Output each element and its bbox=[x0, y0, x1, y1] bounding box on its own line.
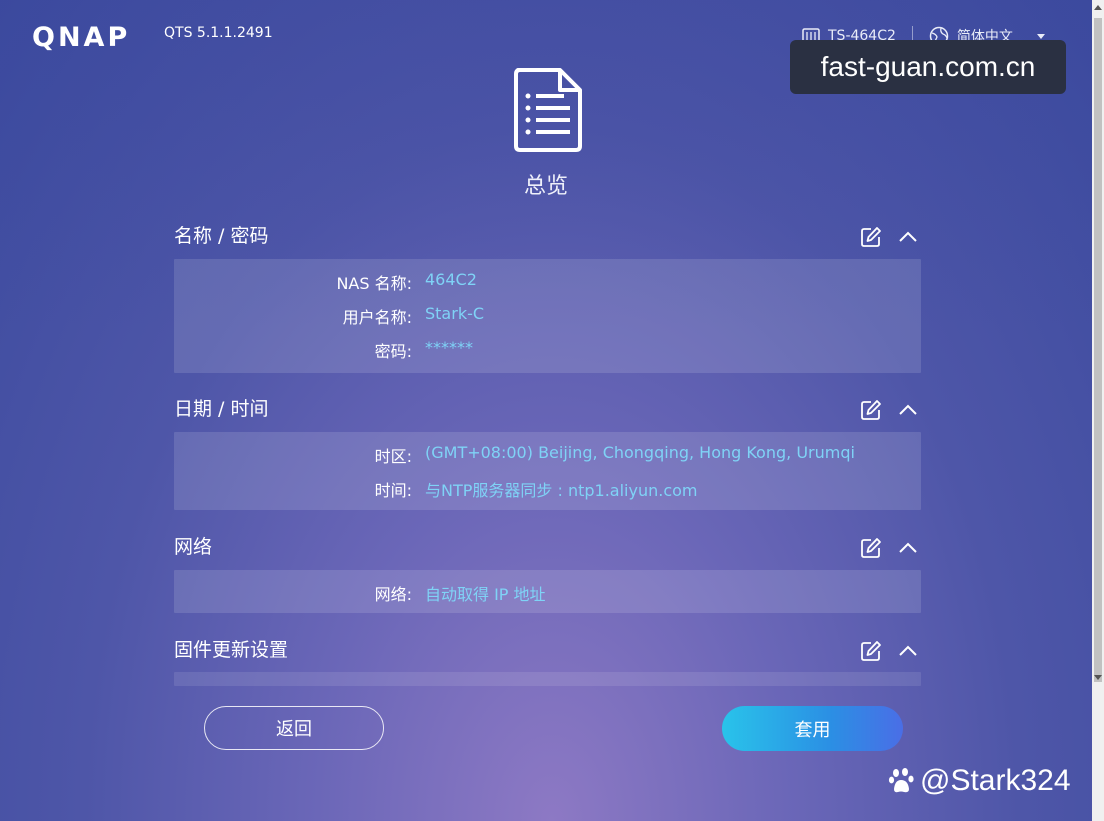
edit-icon[interactable] bbox=[860, 640, 882, 662]
back-button[interactable]: 返回 bbox=[204, 706, 384, 750]
section-title-firmware: 固件更新设置 bbox=[174, 639, 289, 661]
scrollbar-thumb[interactable] bbox=[1094, 18, 1102, 682]
scroll-down-icon[interactable] bbox=[1094, 675, 1102, 680]
row-value: (GMT+08:00) Beijing, Chongqing, Hong Kon… bbox=[425, 443, 855, 462]
section-title-name-password: 名称 / 密码 bbox=[174, 225, 269, 247]
row-value: Stark-C bbox=[425, 304, 485, 323]
section-actions-datetime bbox=[860, 399, 918, 421]
qnap-logo: QNAP bbox=[32, 22, 131, 53]
row-label: 时间: bbox=[374, 481, 412, 500]
row-value: 464C2 bbox=[425, 270, 477, 289]
section-title-network: 网络 bbox=[174, 536, 213, 558]
section-actions-firmware bbox=[860, 640, 918, 662]
row-label: 时区: bbox=[374, 447, 412, 466]
section-actions-name-password bbox=[860, 226, 918, 248]
chevron-up-icon[interactable] bbox=[898, 231, 918, 243]
section-title-datetime: 日期 / 时间 bbox=[174, 398, 269, 420]
credit-watermark: @Stark324 bbox=[888, 764, 1071, 798]
scroll-up-icon[interactable] bbox=[1094, 5, 1102, 10]
row-label: 密码: bbox=[374, 342, 412, 361]
panel-datetime: 时区: (GMT+08:00) Beijing, Chongqing, Hong… bbox=[174, 432, 921, 510]
edit-icon[interactable] bbox=[860, 399, 882, 421]
chevron-up-icon[interactable] bbox=[898, 404, 918, 416]
chevron-up-icon[interactable] bbox=[898, 542, 918, 554]
row-label: NAS 名称: bbox=[336, 274, 412, 293]
row-label: 用户名称: bbox=[342, 308, 412, 327]
row-label: 网络: bbox=[374, 585, 412, 604]
watermark: fast-guan.com.cn bbox=[790, 40, 1066, 94]
section-actions-network bbox=[860, 537, 918, 559]
firmware-version: QTS 5.1.1.2491 bbox=[164, 25, 273, 41]
edit-icon[interactable] bbox=[860, 226, 882, 248]
panel-network: 网络: 自动取得 IP 地址 bbox=[174, 570, 921, 613]
chevron-up-icon[interactable] bbox=[898, 645, 918, 657]
panel-firmware bbox=[174, 672, 921, 686]
panel-name-password: NAS 名称: 464C2 用户名称: Stark-C 密码: ****** bbox=[174, 259, 921, 373]
row-value: 与NTP服务器同步 : ntp1.aliyun.com bbox=[425, 481, 698, 500]
edit-icon[interactable] bbox=[860, 537, 882, 559]
watermark-text: fast-guan.com.cn bbox=[820, 51, 1036, 82]
row-value: 自动取得 IP 地址 bbox=[425, 585, 546, 604]
row-value: ****** bbox=[425, 338, 473, 357]
page-title: 总览 bbox=[523, 174, 568, 199]
chevron-down-icon bbox=[1036, 33, 1045, 39]
scrollbar[interactable] bbox=[1092, 0, 1104, 821]
paw-icon bbox=[888, 768, 914, 793]
apply-button[interactable]: 套用 bbox=[722, 706, 903, 751]
document-icon bbox=[514, 68, 582, 152]
credit-text: @Stark324 bbox=[920, 764, 1071, 797]
